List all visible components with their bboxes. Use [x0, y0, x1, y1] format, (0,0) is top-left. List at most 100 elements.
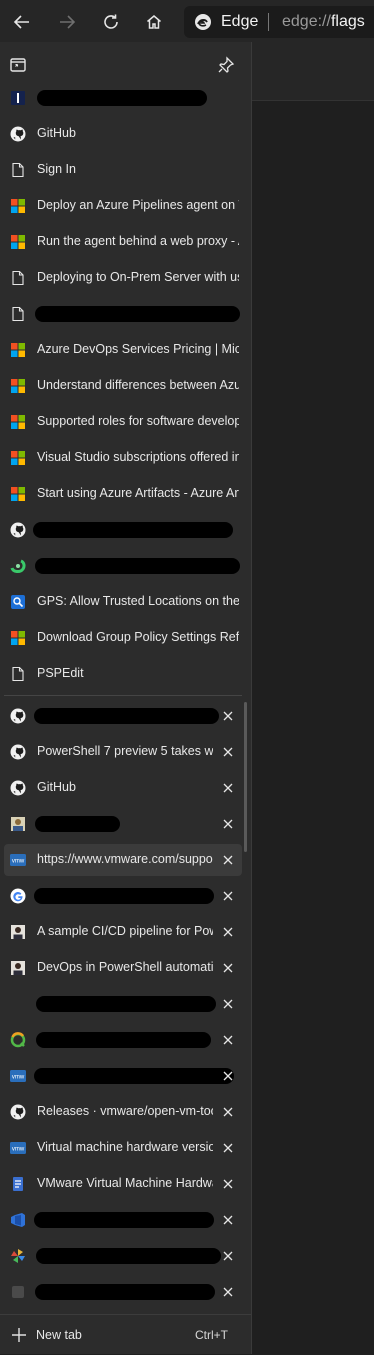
doc-blue-icon — [13, 1177, 23, 1191]
open-tab[interactable] — [4, 1276, 242, 1308]
close-tab-button[interactable] — [218, 1246, 238, 1266]
tab-title: VMware Virtual Machine Hardware — [37, 1176, 213, 1190]
address-bar[interactable]: Edge edge://flags — [184, 6, 374, 38]
close-tab-button[interactable] — [218, 1210, 238, 1230]
close-tab-button[interactable] — [218, 1138, 238, 1158]
svg-text:vmw: vmw — [12, 1147, 25, 1153]
pinned-tab[interactable] — [4, 514, 242, 546]
open-tab[interactable]: Releases · vmware/open-vm-tools — [4, 1096, 242, 1128]
close-tab-button[interactable] — [218, 778, 238, 798]
scrollbar-thumb[interactable] — [244, 702, 247, 852]
github-icon — [10, 522, 26, 538]
redaction-mark — [35, 558, 240, 574]
tab-title: Run the agent behind a web proxy - Azure — [37, 234, 239, 248]
pinned-tab[interactable]: Sign In — [4, 154, 242, 186]
open-tab[interactable] — [4, 1204, 242, 1236]
open-tab[interactable]: vmw — [4, 1060, 242, 1092]
close-icon — [223, 711, 233, 721]
close-tab-button[interactable] — [218, 814, 238, 834]
refresh-button[interactable] — [93, 4, 129, 40]
open-tab[interactable]: A sample CI/CD pipeline for PowerShell — [4, 916, 242, 948]
close-tab-button[interactable] — [218, 1066, 238, 1086]
open-tab[interactable] — [4, 1240, 242, 1272]
faded-icon — [12, 1286, 24, 1298]
close-icon — [223, 1179, 233, 1189]
tab-actions-icon — [10, 58, 26, 72]
pinned-tab[interactable]: Understand differences between Azure — [4, 370, 242, 402]
pinned-tab[interactable]: Start using Azure Artifacts - Azure Arti… — [4, 478, 242, 510]
close-icon — [223, 891, 233, 901]
close-tab-button[interactable] — [218, 922, 238, 942]
close-icon — [223, 819, 233, 829]
pinned-tab[interactable] — [4, 298, 242, 330]
pinned-tab[interactable]: Visual Studio subscriptions offered in — [4, 442, 242, 474]
green-swirl-icon — [10, 559, 26, 573]
open-tab[interactable]: PowerShell 7 preview 5 takes way — [4, 736, 242, 768]
pinned-tab[interactable]: Deploy an Azure Pipelines agent on Windo… — [4, 190, 242, 222]
home-button[interactable] — [136, 4, 172, 40]
redaction-mark — [35, 306, 240, 322]
close-tab-button[interactable] — [218, 742, 238, 762]
open-tab[interactable] — [4, 880, 242, 912]
open-tab[interactable]: VMware Virtual Machine Hardware — [4, 1168, 242, 1200]
tab-title: Deploy an Azure Pipelines agent on Windo… — [37, 198, 239, 212]
pinned-tab[interactable]: Download Group Policy Settings Reference — [4, 622, 242, 654]
pinned-tab[interactable]: PSPEdit — [4, 658, 242, 690]
tab-actions-button[interactable] — [9, 56, 27, 74]
close-tab-button[interactable] — [218, 706, 238, 726]
address-separator — [268, 13, 269, 31]
tab-title: A sample CI/CD pipeline for PowerShell — [37, 924, 213, 938]
pinned-tab[interactable]: GitHub — [4, 118, 242, 150]
pinned-tab[interactable]: Deploying to On-Prem Server with using — [4, 262, 242, 294]
open-tab[interactable]: vmw https://www.vmware.com/support/ — [4, 844, 242, 876]
close-icon — [223, 963, 233, 973]
edge-logo-icon — [195, 14, 211, 30]
redaction-mark — [35, 816, 120, 832]
redaction-mark — [36, 1032, 211, 1048]
pin-pane-button[interactable] — [217, 56, 235, 74]
close-icon — [223, 1035, 233, 1045]
close-tab-button[interactable] — [218, 958, 238, 978]
microsoft-icon — [11, 199, 25, 213]
person-icon — [11, 961, 25, 975]
forward-button[interactable] — [49, 4, 85, 40]
redaction-mark — [34, 708, 219, 724]
back-arrow-icon — [13, 15, 29, 29]
new-tab-shortcut: Ctrl+T — [195, 1328, 228, 1342]
pinned-tab[interactable] — [4, 550, 242, 582]
browser-toolbar: Edge edge://flags — [0, 0, 374, 44]
close-tab-button[interactable] — [218, 1282, 238, 1302]
close-tab-button[interactable] — [218, 886, 238, 906]
qlik-icon — [10, 1032, 26, 1048]
close-icon — [223, 1071, 233, 1081]
open-tab[interactable] — [4, 988, 242, 1020]
close-tab-button[interactable] — [218, 1030, 238, 1050]
microsoft-icon — [11, 631, 25, 645]
open-tab[interactable]: GitHub — [4, 772, 242, 804]
open-tab[interactable]: vmw Virtual machine hardware versions — [4, 1132, 242, 1164]
pinned-tab[interactable]: Supported roles for software development — [4, 406, 242, 438]
close-tab-button[interactable] — [218, 1174, 238, 1194]
open-tab[interactable] — [4, 1024, 242, 1056]
person-icon — [11, 925, 25, 939]
close-icon — [223, 927, 233, 937]
pinned-tab[interactable]: Run the agent behind a web proxy - Azure — [4, 226, 242, 258]
open-tab[interactable] — [4, 700, 242, 732]
pin-icon — [218, 56, 235, 73]
close-tab-button[interactable] — [218, 850, 238, 870]
pinned-tab[interactable]: GPS: Allow Trusted Locations on the netw… — [4, 586, 242, 618]
close-tab-button[interactable] — [218, 1102, 238, 1122]
page-icon — [12, 270, 24, 286]
pinned-tab[interactable]: Azure DevOps Services Pricing | Microsof… — [4, 334, 242, 366]
svg-text:vmw: vmw — [12, 1075, 25, 1081]
new-tab-button[interactable]: New tab Ctrl+T — [0, 1314, 251, 1355]
close-tab-button[interactable] — [218, 994, 238, 1014]
close-icon — [223, 999, 233, 1009]
open-tab[interactable] — [4, 808, 242, 840]
tab-title: https://www.vmware.com/support/ — [37, 852, 213, 866]
open-tab[interactable]: DevOps in PowerShell automation — [4, 952, 242, 984]
tab-title: Understand differences between Azure — [37, 378, 239, 392]
redaction-mark — [37, 90, 207, 106]
back-button[interactable] — [4, 4, 40, 40]
pinned-tab[interactable] — [4, 82, 242, 114]
